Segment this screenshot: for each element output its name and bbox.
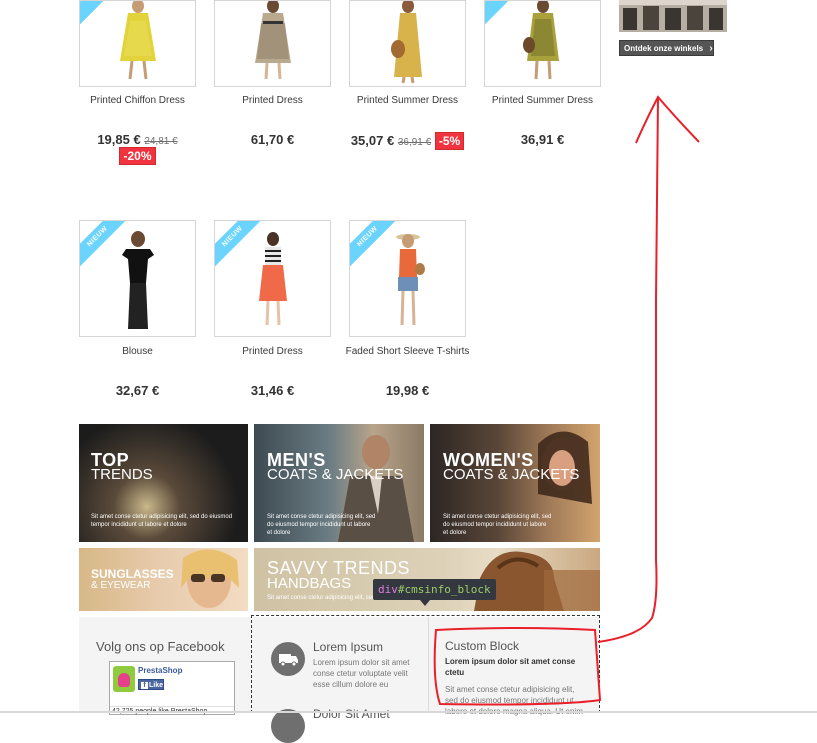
facebook-block: Volg ons op Facebook PrestaShop fLike 42… <box>79 617 251 715</box>
product-price: 61,70 € <box>250 132 295 147</box>
product-price: 19,98 € <box>385 383 430 398</box>
discount-badge: -20% <box>119 147 156 165</box>
product-price-block: 35,07 € 36,91 € -5% <box>339 132 476 150</box>
product-name[interactable]: Printed Summer Dress <box>339 94 476 108</box>
custom-block: Custom Block Lorem ipsum dolor sit amet … <box>429 617 599 716</box>
product-name[interactable]: Blouse <box>69 345 206 359</box>
cms-item-title-2: Dolor Sit Amet <box>313 707 390 721</box>
banner-subtitle: & EYEWEAR <box>91 580 151 591</box>
dress-figure-icon <box>255 1 291 80</box>
old-price: 36,91 € <box>397 137 432 148</box>
discount-badge: -5% <box>434 132 465 150</box>
banner-subtitle: COATS & JACKETS <box>443 466 580 483</box>
tooltip-tag: div <box>378 583 398 596</box>
banner-top-trends[interactable]: TOP TRENDS Sit amet conse ctetur adipisi… <box>79 424 248 542</box>
banner-subtitle: COATS & JACKETS <box>267 466 404 483</box>
product-name[interactable]: Printed Chiffon Dress <box>69 94 206 108</box>
facebook-like-box[interactable]: PrestaShop fLike 42,725 people like Pres… <box>109 661 235 715</box>
chevron-right-icon: › <box>709 43 713 54</box>
tooltip-pointer <box>420 600 430 606</box>
discover-stores-label: Ontdek onze winkels <box>624 44 704 53</box>
product-image[interactable] <box>214 0 331 87</box>
banner-text: Sit amet conse ctetur adipisicing elit, … <box>267 514 376 536</box>
banner-mens-coats[interactable]: MEN'S COATS & JACKETS Sit amet conse cte… <box>254 424 424 542</box>
product-price-block: 19,85 € 24,81 € -20% <box>69 132 206 165</box>
product-image[interactable]: NIEUW <box>79 220 196 337</box>
banner-text: Sit amet conse ctetur adipisicing elit, … <box>91 514 233 528</box>
old-price: 24,81 € <box>144 136 178 147</box>
product-name[interactable]: Faded Short Sleeve T-shirts <box>339 345 476 359</box>
discover-stores-button[interactable]: Ontdek onze winkels › <box>619 40 714 56</box>
banner-subtitle: HANDBAGS <box>267 575 352 592</box>
facebook-f-icon: f <box>141 682 148 689</box>
banner-text: Sit amet conse ctetur adipisicing elit, … <box>443 514 552 536</box>
custom-block-title: Custom Block <box>445 639 520 653</box>
product-price: 31,46 € <box>250 383 295 398</box>
product-price: 36,91 € <box>520 132 565 147</box>
banner-sunglasses[interactable]: SUNGLASSES & EYEWEAR <box>79 548 248 611</box>
dress-figure-icon <box>120 1 156 80</box>
cms-item-title: Lorem Ipsum <box>313 640 384 654</box>
divider <box>110 706 234 707</box>
dress-figure-icon <box>391 1 422 84</box>
dress-figure-icon <box>523 1 559 80</box>
custom-block-subtitle: Lorem ipsum dolor sit amet conse ctetu <box>445 657 576 677</box>
product-name[interactable]: Printed Dress <box>204 345 341 359</box>
phone-icon <box>271 709 305 743</box>
product-name[interactable]: Printed Summer Dress <box>474 94 611 108</box>
product-image[interactable]: NIEUW <box>214 220 331 337</box>
store-facade-icon <box>619 0 727 32</box>
truck-icon <box>271 642 305 676</box>
product-price: 35,07 € <box>350 133 395 148</box>
banner-subtitle: TRENDS <box>91 466 153 483</box>
product-name[interactable]: Printed Dress <box>204 94 341 108</box>
facebook-title: Volg ons op Facebook <box>96 639 225 654</box>
tooltip-id: #cmsinfo_block <box>397 583 491 596</box>
product-image[interactable] <box>484 0 601 87</box>
product-image[interactable] <box>349 0 466 87</box>
product-image[interactable] <box>79 0 196 87</box>
store-image[interactable] <box>619 0 727 32</box>
facebook-brand[interactable]: PrestaShop <box>138 666 182 675</box>
cms-item: Lorem Ipsum Lorem ipsum dolor sit amet c… <box>252 617 428 743</box>
inspector-tooltip: div#cmsinfo_block <box>373 579 496 600</box>
product-image[interactable]: NIEUW <box>349 220 466 337</box>
product-price: 19,85 € <box>97 132 141 147</box>
like-label: Like <box>149 682 164 689</box>
banner-title: SUNGLASSES <box>91 567 174 581</box>
prestashop-logo-icon <box>113 666 135 692</box>
product-price: 32,67 € <box>115 383 160 398</box>
cms-item-text: Lorem ipsum dolor sit amet conse ctetur … <box>313 658 410 689</box>
banner-womens-coats[interactable]: WOMEN'S COATS & JACKETS Sit amet conse c… <box>430 424 600 542</box>
facebook-like-button[interactable]: f Like <box>138 679 164 690</box>
